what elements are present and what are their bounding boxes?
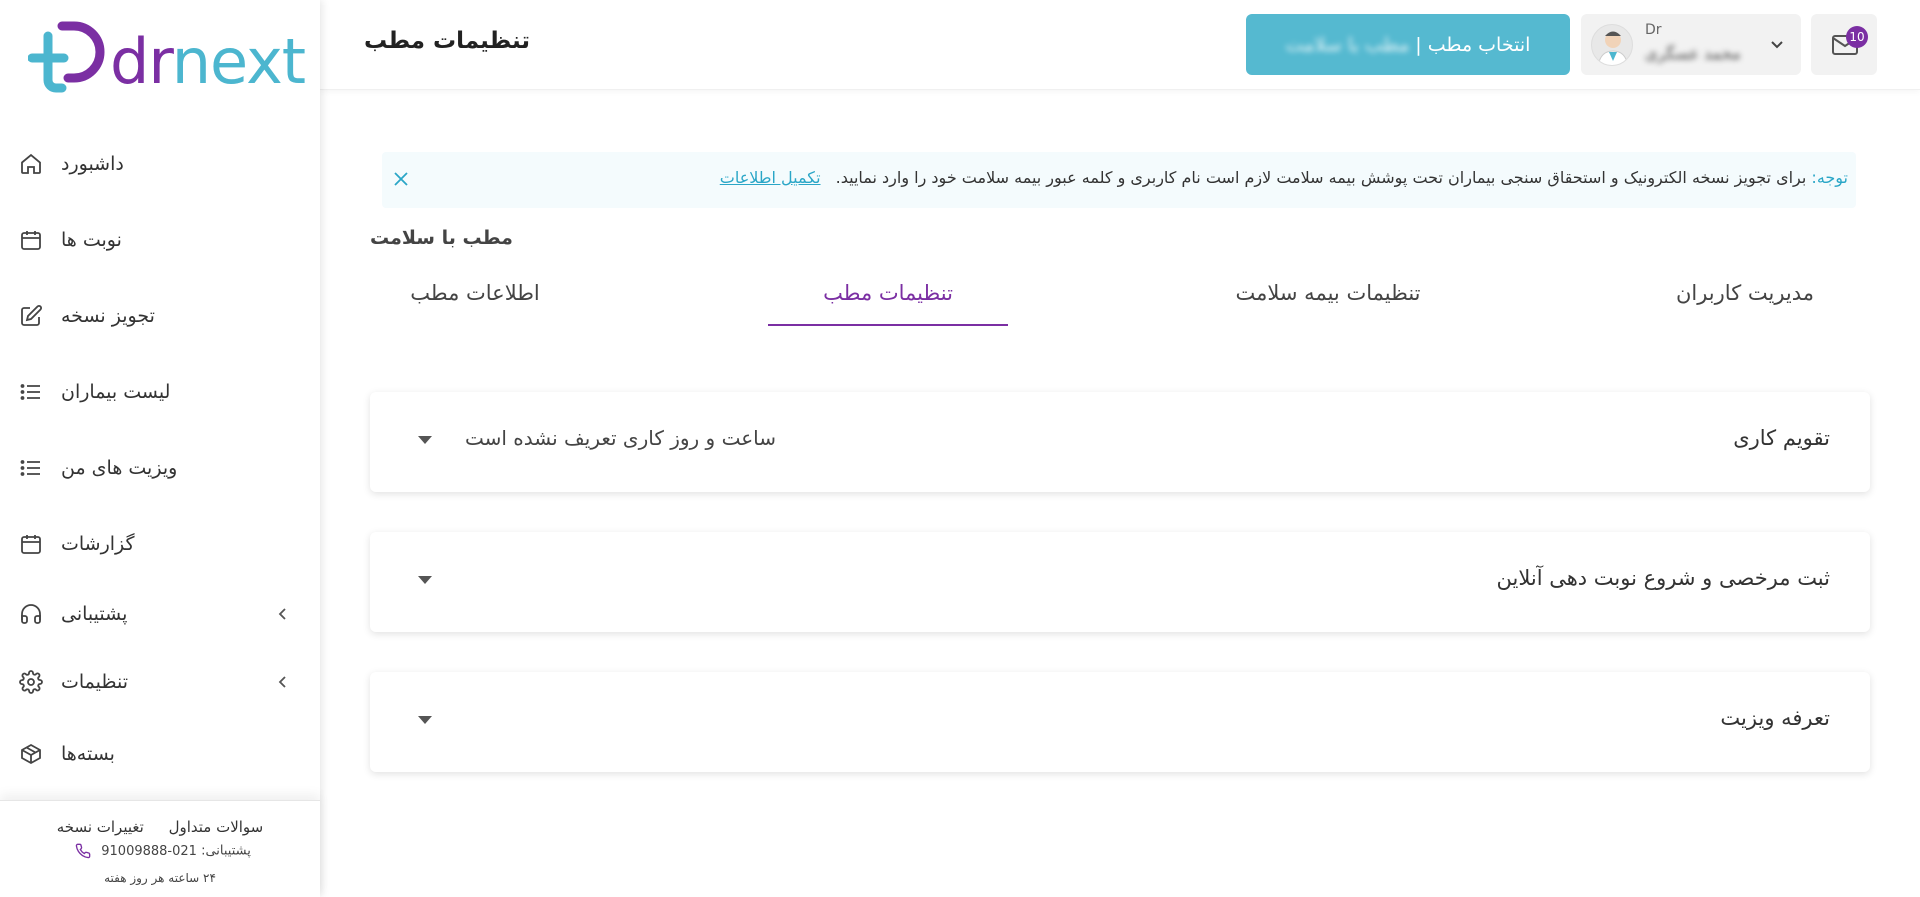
support-hours: ۲۴ ساعته هر روز هفته [104, 871, 216, 885]
leave-online-booking-panel[interactable]: ثبت مرخصی و شروع نوبت دهی آنلاین [370, 532, 1870, 632]
home-icon [18, 151, 44, 177]
notice-prefix: توجه: [1811, 168, 1848, 187]
list-icon [18, 455, 44, 481]
edit-icon [18, 303, 44, 329]
footer-links: سوالات متداول تغییرات نسخه [0, 818, 320, 836]
avatar [1591, 24, 1633, 66]
panel-title: تعرفه ویزیت [1720, 706, 1830, 730]
caret-down-icon [418, 436, 432, 444]
select-office-button[interactable]: انتخاب مطب | مطب با سلامت [1246, 14, 1570, 75]
logo[interactable]: drnext [28, 20, 306, 96]
chevron-left-icon [278, 608, 286, 620]
logo-wordmark: drnext [110, 30, 306, 94]
sidebar-item-label: بسته‌ها [61, 743, 115, 765]
panel-subtitle: ساعت و روز کاری تعریف نشده است [465, 426, 776, 450]
phone-icon [75, 843, 91, 859]
notice-text: توجه: برای تجویز نسخه الکترونیک و استحقا… [720, 168, 1848, 187]
settings-tabs: مدیریت کاربران تنظیمات بیمه سلامت تنظیما… [370, 260, 1870, 326]
insurance-notice: توجه: برای تجویز نسخه الکترونیک و استحقا… [382, 152, 1856, 208]
profile-prefix: Dr [1645, 22, 1662, 38]
sidebar-item-appointments[interactable]: نوبت ها [0, 212, 320, 268]
page-title: تنظیمات مطب [364, 28, 530, 54]
notifications-button[interactable]: 10 [1811, 14, 1877, 75]
sidebar-item-support[interactable]: پشتیبانی [0, 586, 320, 642]
sidebar-item-patients[interactable]: لیست بیماران [0, 364, 320, 420]
logo-mark-icon [28, 21, 105, 93]
chevron-down-icon [1771, 41, 1783, 49]
selected-office-name: مطب با سلامت [1285, 33, 1410, 56]
doctor-avatar-icon [1597, 31, 1629, 65]
tab-office-info[interactable]: اطلاعات مطب [410, 260, 540, 326]
sidebar: drnext داشبورد نوبت ها تجویز نسخه لیست ب… [0, 0, 320, 897]
work-calendar-panel[interactable]: تقویم کاری ساعت و روز کاری تعریف نشده اس… [370, 392, 1870, 492]
tab-insurance-settings[interactable]: تنظیمات بیمه سلامت [1178, 260, 1478, 326]
sidebar-item-label: پشتیبانی [61, 603, 128, 625]
panel-title: تقویم کاری [1733, 426, 1830, 450]
calendar-icon [18, 227, 44, 253]
tab-user-management[interactable]: مدیریت کاربران [1620, 260, 1870, 326]
visit-fee-panel[interactable]: تعرفه ویزیت [370, 672, 1870, 772]
sidebar-item-reports[interactable]: گزارشات [0, 516, 320, 572]
support-label: پشتیبانی: [201, 843, 251, 859]
gear-icon [18, 669, 44, 695]
sidebar-item-label: نوبت ها [61, 229, 122, 251]
changelog-link[interactable]: تغییرات نسخه [57, 818, 144, 836]
panel-title: ثبت مرخصی و شروع نوبت دهی آنلاین [1496, 566, 1830, 590]
sidebar-item-label: تجویز نسخه [61, 305, 155, 327]
logo-dr: dr [110, 25, 173, 98]
notifications-badge: 10 [1846, 26, 1868, 48]
support-phone: پشتیبانی: 021-91009888 [0, 843, 320, 859]
sidebar-item-label: تنظیمات [61, 671, 129, 693]
select-office-label: انتخاب مطب | [1415, 33, 1531, 56]
sidebar-item-my-visits[interactable]: ویزیت های من [0, 440, 320, 496]
headphones-icon [18, 601, 44, 627]
complete-info-link[interactable]: تکمیل اطلاعات [720, 168, 821, 187]
office-name: مطب با سلامت [370, 227, 513, 249]
calendar-icon [18, 531, 44, 557]
sidebar-item-label: داشبورد [61, 153, 124, 175]
logo-next: next [171, 25, 306, 98]
support-number[interactable]: 021-91009888 [101, 844, 197, 859]
faq-link[interactable]: سوالات متداول [169, 818, 264, 836]
profile-menu[interactable]: Dr محمد عسگری [1581, 14, 1801, 75]
sidebar-item-label: ویزیت های من [61, 457, 178, 479]
topbar: تنظیمات مطب انتخاب مطب | مطب با سلامت Dr… [320, 0, 1920, 90]
sidebar-item-label: لیست بیماران [61, 381, 171, 403]
sidebar-item-settings[interactable]: تنظیمات [0, 654, 320, 710]
notice-message: برای تجویز نسخه الکترونیک و استحقاق سنجی… [835, 168, 1807, 187]
profile-name: محمد عسگری [1645, 44, 1741, 63]
sidebar-item-packages[interactable]: بسته‌ها [0, 726, 320, 782]
package-icon [18, 741, 44, 767]
tab-office-settings[interactable]: تنظیمات مطب [768, 260, 1008, 326]
caret-down-icon [418, 716, 432, 724]
list-icon [18, 379, 44, 405]
sidebar-item-dashboard[interactable]: داشبورد [0, 136, 320, 192]
sidebar-item-label: گزارشات [61, 533, 135, 555]
caret-down-icon [418, 576, 432, 584]
chevron-left-icon [278, 676, 286, 688]
close-icon[interactable] [390, 168, 412, 190]
sidebar-item-prescription[interactable]: تجویز نسخه [0, 288, 320, 344]
sidebar-footer: سوالات متداول تغییرات نسخه پشتیبانی: 021… [0, 800, 320, 897]
